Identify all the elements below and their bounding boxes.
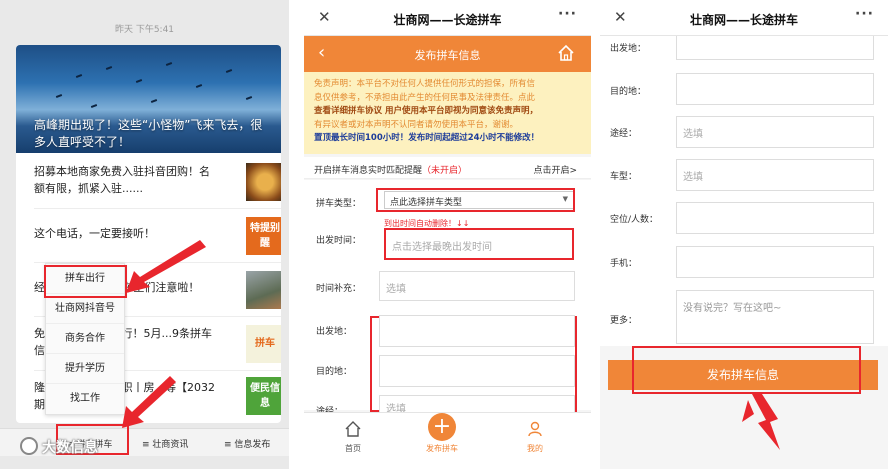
list-item[interactable]: 招募本地商家免费入驻抖音团购！名额有限，抓紧入驻...... — [34, 157, 281, 209]
disclaimer-notice: 免责声明：本平台不对任何人提供任何形式的担保，所有信 息仅供参考，不承担由此产生… — [304, 72, 591, 154]
carpool-thumbnail: 拼车 — [246, 325, 281, 363]
car-type-label: 车型： — [610, 172, 638, 182]
window-title: 壮商网——长途拼车 — [393, 13, 502, 27]
more-icon[interactable]: ··· — [855, 6, 874, 22]
match-alert-row: 开启拼车消息实时匹配提醒（未开启） 点击开启> — [304, 157, 591, 179]
menu-news[interactable]: ≡ 壮商资讯 — [142, 437, 188, 450]
time-note-label: 时间补充： — [316, 284, 362, 294]
arrow-icon — [742, 394, 780, 450]
news-text: 招募本地商家免费入驻抖音团购！名额有限，抓紧入驻...... — [34, 165, 210, 195]
notice-line: 有异议者或对本声明不认同者请勿使用本平台，谢谢。 — [314, 119, 519, 130]
page-header: ‹ 发布拼车信息 — [304, 36, 591, 72]
to-label: 目的地： — [316, 367, 353, 377]
departure-time-field[interactable]: 点击选择最晚出发时间 — [384, 228, 574, 260]
banner-image[interactable]: 高峰期出现了！这些“小怪物”飞来飞去，很多人直呼受不了！ — [16, 45, 281, 153]
enable-alert-link[interactable]: 点击开启> — [533, 163, 577, 176]
arrow-icon — [126, 240, 206, 293]
notice-line: 置顶最长时间100小时！发布时间起超过24小时不能修改！ — [314, 133, 540, 143]
arrow-icon — [122, 376, 176, 428]
highlight-box — [632, 346, 861, 394]
publish-form-scrolled-screen: ✕ 壮商网——长途拼车 ··· 出发地： 目的地： 途经： 选填 车型： 选填 … — [600, 0, 888, 469]
destination-input[interactable] — [676, 73, 874, 105]
origin-input[interactable] — [676, 36, 874, 60]
notice-line: 息仅供参考，不承担由此产生的任何民事及法律责任。点此 — [314, 92, 536, 103]
to-label: 目的地： — [610, 87, 647, 97]
window-title: 壮商网——长途拼车 — [689, 13, 798, 27]
time-label: 出发时间： — [316, 236, 362, 246]
phone-label: 手机： — [610, 259, 638, 269]
more-textarea[interactable]: 没有说完？写在这吧~ — [676, 290, 874, 344]
from-label: 出发地： — [316, 327, 353, 337]
car-type-input[interactable]: 选填 — [676, 159, 874, 191]
menu-item-business[interactable]: 商务合作 — [46, 324, 124, 354]
publish-form-screen: ✕ 壮商网——长途拼车 ··· ‹ 发布拼车信息 免责声明：本平台不对任何人提供… — [304, 0, 591, 469]
window-titlebar: ✕ 壮商网——长途拼车 ··· — [304, 0, 591, 36]
seats-input[interactable] — [676, 202, 874, 234]
bottom-navigation: 首页 + 发布拼车 我的 — [304, 412, 591, 469]
via-input[interactable]: 选填 — [676, 116, 874, 148]
highlight-box — [376, 188, 575, 212]
more-icon[interactable]: ··· — [558, 6, 577, 22]
chat-screen: 昨天 下午5:41 高峰期出现了！这些“小怪物”飞来飞去，很多人直呼受不了！ 招… — [0, 0, 289, 469]
match-alert-state: （未开启） — [422, 166, 468, 176]
nav-publish[interactable]: 发布拼车 — [417, 443, 467, 454]
highlight-box — [44, 265, 127, 298]
watermark-logo-icon — [20, 437, 38, 455]
more-label: 更多： — [610, 316, 638, 326]
home-icon — [345, 421, 361, 437]
user-icon — [528, 421, 542, 437]
from-label: 出发地： — [610, 44, 647, 54]
phone-input[interactable] — [676, 246, 874, 278]
notice-line: 免责声明：本平台不对任何人提供任何形式的担保，所有信 — [314, 79, 536, 89]
seats-label: 空位/人数： — [610, 215, 659, 225]
match-alert-text: 开启拼车消息实时匹配提醒 — [314, 166, 423, 176]
add-icon[interactable]: + — [428, 413, 456, 441]
match-alert-label: 开启拼车消息实时匹配提醒（未开启） — [314, 163, 467, 176]
special-notice-thumbnail: 特提别醒 — [246, 217, 281, 255]
agreement-link[interactable]: 查看详细拼车协议 用户使用本平台即视为同意该免责声明， — [314, 105, 581, 119]
destination-input[interactable] — [379, 355, 575, 387]
menu-item-jobs[interactable]: 找工作 — [46, 384, 124, 414]
banner-title: 高峰期出现了！这些“小怪物”飞来飞去，很多人直呼受不了！ — [34, 118, 263, 149]
menu-item-douyin[interactable]: 壮商网抖音号 — [46, 294, 124, 324]
type-label: 拼车类型： — [316, 199, 362, 209]
menu-item-education[interactable]: 提升学历 — [46, 354, 124, 384]
nav-home[interactable]: 首页 — [328, 443, 378, 454]
home-icon[interactable] — [557, 44, 575, 62]
info-thumbnail: 便民信息 — [246, 377, 281, 415]
menu-publish[interactable]: ≡ 信息发布 — [224, 437, 270, 450]
message-timestamp: 昨天 下午5:41 — [114, 25, 175, 35]
food-thumbnail — [246, 163, 281, 201]
nav-mine[interactable]: 我的 — [510, 443, 560, 454]
watermark-text: 大数信息 — [42, 440, 98, 456]
via-label: 途经： — [610, 129, 638, 139]
time-note-input[interactable]: 选填 — [379, 271, 575, 301]
page-title: 发布拼车信息 — [414, 49, 481, 62]
window-titlebar: ✕ 壮商网——长途拼车 ··· — [600, 0, 888, 36]
origin-input[interactable] — [379, 315, 575, 347]
road-thumbnail — [246, 271, 281, 309]
